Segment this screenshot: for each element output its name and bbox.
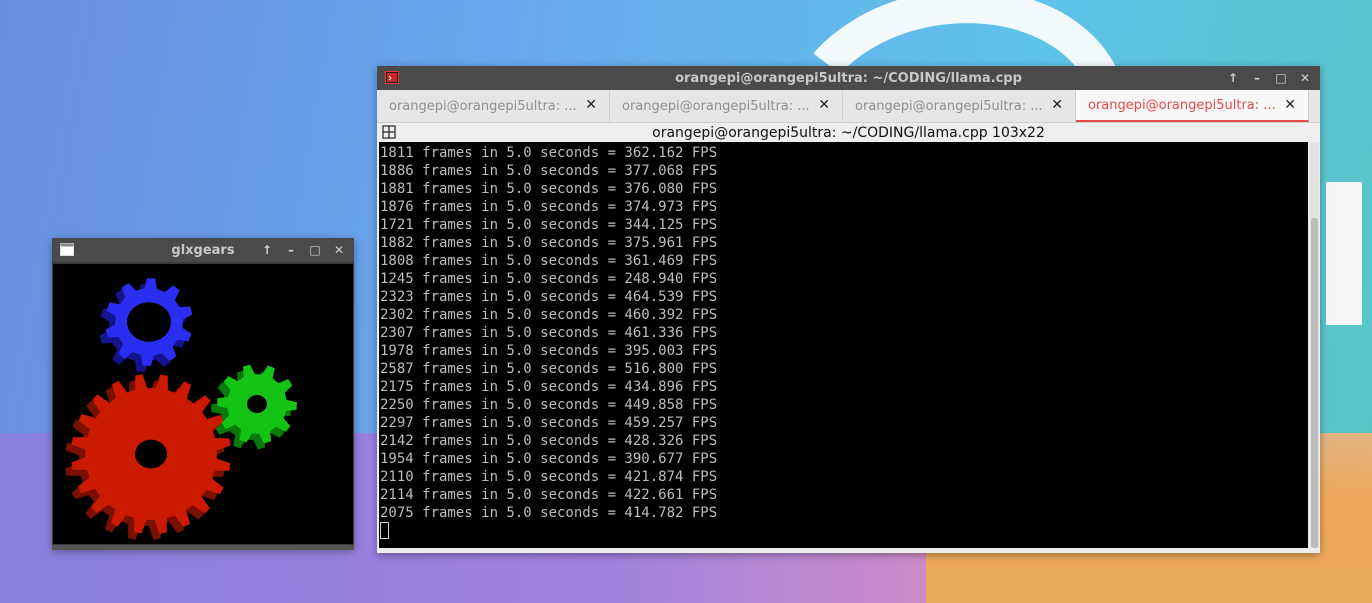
- tab-label: orangepi@orangepi5ultra: ...: [1088, 97, 1276, 113]
- terminal-line: 1886 frames in 5.0 seconds = 377.068 FPS: [380, 163, 718, 179]
- terminal-line: 1954 frames in 5.0 seconds = 390.677 FPS: [380, 451, 718, 467]
- terminal-line: 2250 frames in 5.0 seconds = 449.858 FPS: [380, 397, 718, 413]
- terminal-line: 2302 frames in 5.0 seconds = 460.392 FPS: [380, 307, 718, 323]
- tab-4-active[interactable]: orangepi@orangepi5ultra: ... ✕: [1076, 90, 1309, 122]
- glxgears-bottom-border: [52, 545, 354, 550]
- terminal-output: 1811 frames in 5.0 seconds = 362.162 FPS…: [379, 142, 1308, 540]
- minimize-button[interactable]: –: [284, 243, 298, 257]
- terminal-line: 1721 frames in 5.0 seconds = 344.125 FPS: [380, 217, 718, 233]
- close-icon[interactable]: ✕: [818, 97, 830, 113]
- close-icon[interactable]: ✕: [585, 97, 597, 113]
- window-icon: [60, 243, 74, 256]
- tab-label: orangepi@orangepi5ultra: ...: [855, 98, 1043, 114]
- minimize-button[interactable]: –: [1250, 71, 1264, 85]
- terminal-line: 2075 frames in 5.0 seconds = 414.782 FPS: [380, 505, 718, 521]
- close-icon[interactable]: ✕: [1284, 97, 1296, 113]
- gear-green-hole: [247, 395, 267, 413]
- terminal-line: 2587 frames in 5.0 seconds = 516.800 FPS: [380, 361, 718, 377]
- terminal-line: 1811 frames in 5.0 seconds = 362.162 FPS: [380, 145, 718, 161]
- terminal-window-controls: ↑ – □ ✕: [1226, 66, 1312, 90]
- gears-drawing: [65, 278, 297, 540]
- terminal-line: 2307 frames in 5.0 seconds = 461.336 FPS: [380, 325, 718, 341]
- tab-label: orangepi@orangepi5ultra: ...: [389, 98, 577, 114]
- terminal-line: 2175 frames in 5.0 seconds = 434.896 FPS: [380, 379, 718, 395]
- glxgears-window-controls: ↑ – □ ✕: [260, 238, 346, 262]
- close-icon[interactable]: ✕: [1051, 97, 1063, 113]
- tab-2[interactable]: orangepi@orangepi5ultra: ... ✕: [610, 90, 843, 122]
- gear-blue-hole: [127, 302, 171, 342]
- tab-label: orangepi@orangepi5ultra: ...: [622, 98, 810, 114]
- terminal-title: orangepi@orangepi5ultra: ~/CODING/llama.…: [675, 70, 1022, 86]
- terminal-subtitle: orangepi@orangepi5ultra: ~/CODING/llama.…: [652, 124, 1045, 141]
- terminal-line: 2142 frames in 5.0 seconds = 428.326 FPS: [380, 433, 718, 449]
- tab-1[interactable]: orangepi@orangepi5ultra: ... ✕: [377, 90, 610, 122]
- tab-menu-icon[interactable]: [382, 125, 396, 139]
- terminal-icon: [385, 71, 399, 84]
- terminal-line: 2114 frames in 5.0 seconds = 422.661 FPS: [380, 487, 718, 503]
- terminal-line: 1808 frames in 5.0 seconds = 361.469 FPS: [380, 253, 718, 269]
- terminal-scrollbar[interactable]: [1310, 142, 1319, 548]
- terminal-titlebar[interactable]: orangepi@orangepi5ultra: ~/CODING/llama.…: [377, 66, 1320, 90]
- terminal-tab-bar: orangepi@orangepi5ultra: ... ✕ orangepi@…: [377, 90, 1320, 123]
- terminal-cursor: [380, 522, 1308, 540]
- blue-gear: [99, 278, 193, 372]
- desktop-wallpaper-block: [1326, 182, 1362, 325]
- terminal-subtitle-bar: orangepi@orangepi5ultra: ~/CODING/llama.…: [377, 123, 1320, 142]
- glxgears-titlebar[interactable]: glxgears ↑ – □ ✕: [52, 238, 354, 262]
- tab-3[interactable]: orangepi@orangepi5ultra: ... ✕: [843, 90, 1076, 122]
- terminal-window[interactable]: orangepi@orangepi5ultra: ~/CODING/llama.…: [377, 66, 1320, 553]
- terminal-screen[interactable]: 1811 frames in 5.0 seconds = 362.162 FPS…: [379, 142, 1308, 548]
- terminal-line: 2297 frames in 5.0 seconds = 459.257 FPS: [380, 415, 718, 431]
- glxgears-title: glxgears: [171, 242, 235, 258]
- close-button[interactable]: ✕: [332, 243, 346, 257]
- terminal-line: 2110 frames in 5.0 seconds = 421.874 FPS: [380, 469, 718, 485]
- keep-above-button[interactable]: ↑: [260, 243, 274, 257]
- gears-canvas[interactable]: [53, 264, 353, 544]
- red-gear: [65, 374, 231, 540]
- scrollbar-thumb[interactable]: [1311, 218, 1318, 548]
- gear-red-hole: [135, 439, 167, 469]
- maximize-button[interactable]: □: [308, 243, 322, 257]
- terminal-line: 1882 frames in 5.0 seconds = 375.961 FPS: [380, 235, 718, 251]
- close-button[interactable]: ✕: [1298, 71, 1312, 85]
- keep-above-button[interactable]: ↑: [1226, 71, 1240, 85]
- glxgears-window[interactable]: glxgears ↑ – □ ✕: [52, 238, 354, 550]
- terminal-line: 1978 frames in 5.0 seconds = 395.003 FPS: [380, 343, 718, 359]
- terminal-line: 2323 frames in 5.0 seconds = 464.539 FPS: [380, 289, 718, 305]
- terminal-line: 1245 frames in 5.0 seconds = 248.940 FPS: [380, 271, 718, 287]
- terminal-line: 1876 frames in 5.0 seconds = 374.973 FPS: [380, 199, 718, 215]
- terminal-line: 1881 frames in 5.0 seconds = 376.080 FPS: [380, 181, 718, 197]
- maximize-button[interactable]: □: [1274, 71, 1288, 85]
